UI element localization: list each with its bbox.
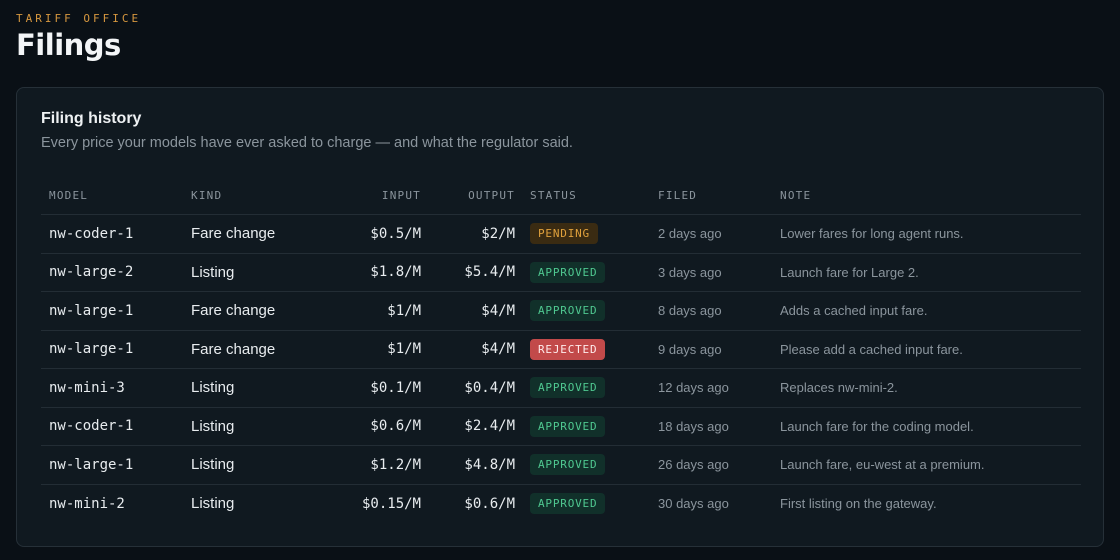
- cell-model: nw-large-2: [49, 264, 134, 281]
- filings-table: MODEL KIND INPUT OUTPUT STATUS FILED NOT…: [41, 177, 1081, 523]
- cell-note: Launch fare, eu-west at a premium.: [780, 457, 985, 473]
- status-badge: APPROVED: [530, 493, 606, 515]
- cell-filed: 12 days ago: [658, 380, 729, 396]
- cell-filed: 18 days ago: [658, 418, 729, 434]
- cell-model: nw-mini-2: [49, 495, 125, 512]
- table-row[interactable]: nw-large-1 Fare change $1/M $4/M 9 days ago P…: [41, 331, 1081, 369]
- cell-note: First listing on the gateway.: [780, 496, 937, 512]
- filing-history-card: Filing history Every price your models h…: [16, 87, 1104, 547]
- cell-input-price: $1/M: [387, 341, 421, 358]
- cell-model: nw-large-1: [49, 341, 134, 358]
- status-badge: APPROVED: [530, 454, 606, 476]
- column-header-status: STATUS: [530, 189, 577, 202]
- page-eyebrow: TARIFF OFFICE: [16, 12, 142, 25]
- cell-filed: 2 days ago: [658, 226, 722, 242]
- cell-output-price: $4.8/M: [464, 456, 515, 473]
- cell-note: Launch fare for the coding model.: [780, 418, 974, 434]
- cell-input-price: $0.5/M: [370, 225, 421, 242]
- card-subtitle: Every price your models have ever asked …: [41, 135, 573, 151]
- cell-note: Adds a cached input fare.: [780, 303, 928, 319]
- table-body: nw-coder-1 Fare change $0.5/M $2/M 2 days ag…: [41, 215, 1081, 523]
- table-header: MODEL KIND INPUT OUTPUT STATUS FILED NOT…: [41, 177, 1081, 215]
- cell-kind: Listing: [191, 263, 235, 281]
- cell-output-price: $4/M: [481, 341, 515, 358]
- cell-status: REJECTED: [530, 331, 606, 369]
- cell-input-price: $1.2/M: [370, 456, 421, 473]
- status-badge: APPROVED: [530, 415, 606, 437]
- cell-input-price: $1.8/M: [370, 264, 421, 281]
- column-header-output: OUTPUT: [468, 189, 515, 202]
- cell-model: nw-large-1: [49, 302, 134, 319]
- cell-input-price: $0.6/M: [370, 418, 421, 435]
- column-header-model: MODEL: [49, 189, 89, 202]
- cell-output-price: $5.4/M: [464, 264, 515, 281]
- cell-output-price: $0.4/M: [464, 379, 515, 396]
- cell-filed: 8 days ago: [658, 303, 722, 319]
- cell-status: APPROVED: [530, 408, 606, 446]
- cell-note: Please add a cached input fare.: [780, 341, 963, 357]
- cell-status: APPROVED: [530, 485, 606, 524]
- table-row[interactable]: nw-coder-1 Fare change $0.5/M $2/M 2 days ag…: [41, 215, 1081, 254]
- table-row[interactable]: nw-mini-3 Listing $0.1/M $0.4/M 12 days ago R…: [41, 369, 1081, 408]
- page-header: TARIFF OFFICE Filings: [16, 12, 141, 62]
- cell-kind: Listing: [191, 456, 235, 474]
- cell-filed: 26 days ago: [658, 457, 729, 473]
- cell-filed: 9 days ago: [658, 341, 722, 357]
- cell-note: Replaces nw-mini-2.: [780, 380, 898, 396]
- cell-model: nw-coder-1: [49, 225, 134, 242]
- cell-output-price: $2.4/M: [464, 418, 515, 435]
- cell-output-price: $0.6/M: [464, 495, 515, 512]
- cell-kind: Listing: [191, 379, 235, 397]
- cell-kind: Fare change: [191, 340, 276, 358]
- cell-input-price: $0.1/M: [370, 379, 421, 396]
- cell-status: APPROVED: [530, 446, 606, 484]
- cell-kind: Listing: [191, 417, 235, 435]
- table-row[interactable]: nw-large-2 Listing $1.8/M $5.4/M 3 days ago L…: [41, 254, 1081, 292]
- cell-model: nw-coder-1: [49, 418, 134, 435]
- cell-model: nw-large-1: [49, 456, 134, 473]
- cell-input-price: $1/M: [387, 302, 421, 319]
- cell-kind: Fare change: [191, 302, 276, 320]
- card-title: Filing history: [41, 110, 142, 127]
- cell-input-price: $0.15/M: [361, 495, 421, 512]
- status-badge: PENDING: [530, 223, 598, 245]
- cell-kind: Listing: [191, 495, 235, 513]
- cell-model: nw-mini-3: [49, 379, 125, 396]
- cell-kind: Fare change: [191, 225, 276, 243]
- cell-status: PENDING: [530, 215, 598, 253]
- status-badge: APPROVED: [530, 261, 606, 283]
- cell-note: Launch fare for Large 2.: [780, 264, 919, 280]
- table-row[interactable]: nw-mini-2 Listing $0.15/M $0.6/M 30 days ago…: [41, 485, 1081, 524]
- table-row[interactable]: nw-large-1 Fare change $1/M $4/M 8 days ago A…: [41, 292, 1081, 331]
- page-title: Filings: [16, 28, 121, 62]
- column-header-note: NOTE: [780, 189, 812, 202]
- cell-output-price: $2/M: [481, 225, 515, 242]
- cell-status: APPROVED: [530, 254, 606, 292]
- status-badge: APPROVED: [530, 300, 606, 322]
- cell-filed: 30 days ago: [658, 496, 729, 512]
- cell-status: APPROVED: [530, 369, 606, 407]
- status-badge: REJECTED: [530, 338, 606, 360]
- column-header-kind: KIND: [191, 189, 223, 202]
- table-row[interactable]: nw-large-1 Listing $1.2/M $4.8/M 26 days ago…: [41, 446, 1081, 485]
- cell-output-price: $4/M: [481, 302, 515, 319]
- column-header-filed: FILED: [658, 189, 698, 202]
- status-badge: APPROVED: [530, 377, 606, 399]
- cell-status: APPROVED: [530, 292, 606, 330]
- cell-note: Lower fares for long agent runs.: [780, 226, 964, 242]
- column-header-input: INPUT: [381, 189, 421, 202]
- cell-filed: 3 days ago: [658, 264, 722, 280]
- table-row[interactable]: nw-coder-1 Listing $0.6/M $2.4/M 18 days ago…: [41, 408, 1081, 446]
